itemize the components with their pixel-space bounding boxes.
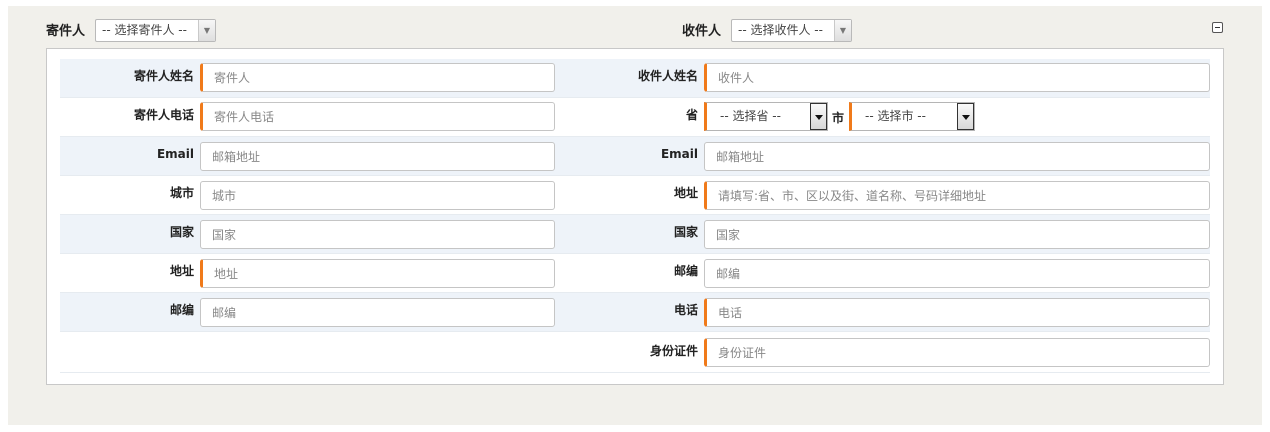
sender-address-label: 地址 <box>169 264 194 278</box>
receiver-select-value: -- 选择收件人 -- <box>738 23 823 37</box>
sender-header-label: 寄件人 <box>46 24 86 39</box>
receiver-name-input[interactable] <box>704 63 1210 92</box>
sender-select[interactable]: -- 选择寄件人 -- ▼ <box>95 19 216 42</box>
receiver-country-input[interactable] <box>704 220 1210 249</box>
province-select-value: -- 选择省 -- <box>720 109 781 123</box>
chevron-down-icon <box>957 103 974 130</box>
sender-country-input[interactable] <box>200 220 555 249</box>
receiver-name-label: 收件人姓名 <box>637 69 698 83</box>
form-row: 城市 地址 <box>60 176 1210 215</box>
form-row: 邮编 电话 <box>60 293 1210 332</box>
chevron-down-icon: ▼ <box>198 20 215 41</box>
receiver-address-input[interactable] <box>704 181 1210 210</box>
form-row: 地址 邮编 <box>60 254 1210 293</box>
form-row: 寄件人电话 省 -- 选择省 -- 市 -- 选择市 -- <box>60 98 1210 137</box>
form-row: Email Email <box>60 137 1210 176</box>
sender-select-value: -- 选择寄件人 -- <box>102 23 187 37</box>
sender-address-input[interactable] <box>200 259 555 288</box>
chevron-down-icon <box>810 103 827 130</box>
receiver-header-label: 收件人 <box>682 24 722 39</box>
receiver-zip-label: 邮编 <box>673 264 698 278</box>
sender-country-label: 国家 <box>169 225 194 239</box>
collapse-icon[interactable] <box>1212 22 1223 33</box>
sender-phone-input[interactable] <box>200 102 555 131</box>
sender-zip-input[interactable] <box>200 298 555 327</box>
receiver-address-label: 地址 <box>673 186 698 200</box>
province-select[interactable]: -- 选择省 -- <box>704 102 828 131</box>
city-select[interactable]: -- 选择市 -- <box>849 102 975 131</box>
city-select-label: 市 <box>832 111 845 125</box>
sender-zip-label: 邮编 <box>169 303 194 317</box>
receiver-country-label: 国家 <box>673 225 698 239</box>
receiver-phone-input[interactable] <box>704 298 1210 327</box>
province-label: 省 <box>685 108 698 122</box>
receiver-id-input[interactable] <box>704 338 1210 367</box>
sender-phone-label: 寄件人电话 <box>133 108 194 122</box>
sender-email-input[interactable] <box>200 142 555 171</box>
form-row: 国家 国家 <box>60 215 1210 254</box>
chevron-down-icon: ▼ <box>834 20 851 41</box>
receiver-id-label: 身份证件 <box>649 344 698 358</box>
receiver-email-label: Email <box>660 147 698 161</box>
sender-city-label: 城市 <box>169 186 194 200</box>
receiver-phone-label: 电话 <box>673 303 698 317</box>
receiver-email-input[interactable] <box>704 142 1210 171</box>
sender-name-label: 寄件人姓名 <box>133 69 194 83</box>
form-row: 身份证件 <box>60 332 1210 373</box>
city-select-value: -- 选择市 -- <box>865 109 926 123</box>
receiver-select[interactable]: -- 选择收件人 -- ▼ <box>731 19 852 42</box>
address-panel: 寄件人姓名 收件人姓名 寄件人电话 省 -- 选择省 -- 市 -- 选择市 -… <box>46 48 1224 385</box>
form-row: 寄件人姓名 收件人姓名 <box>60 59 1210 98</box>
sender-email-label: Email <box>156 147 194 161</box>
sender-city-input[interactable] <box>200 181 555 210</box>
sender-name-input[interactable] <box>200 63 555 92</box>
form-container: 寄件人 -- 选择寄件人 -- ▼ 收件人 -- 选择收件人 -- ▼ 寄件人姓… <box>8 6 1262 425</box>
receiver-zip-input[interactable] <box>704 259 1210 288</box>
